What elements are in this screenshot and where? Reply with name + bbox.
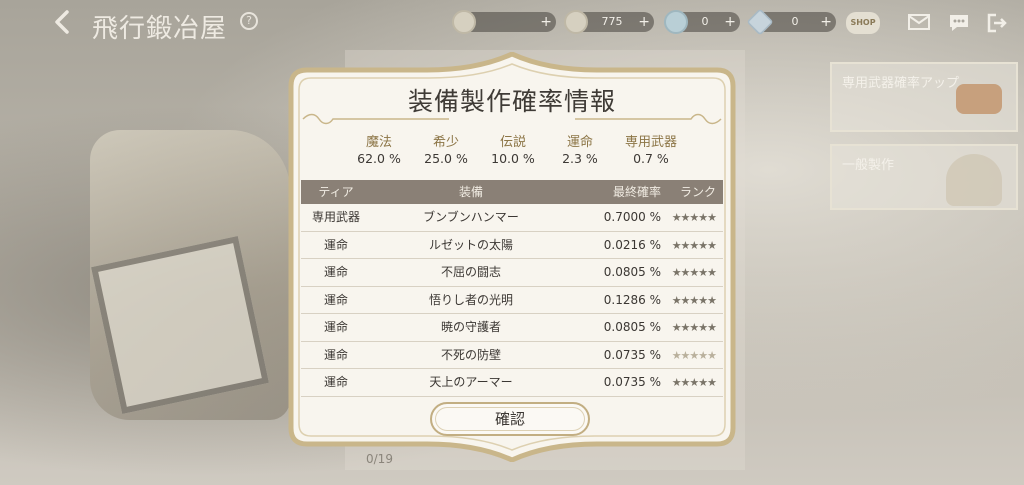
table-row: 運命 天上のアーマー 0.0735 % ★★★★★ (301, 369, 723, 397)
table-row: 専用武器 ブンブンハンマー 0.7000 % ★★★★★ (301, 204, 723, 232)
row-rank-stars: ★★★★★ (671, 293, 717, 307)
row-rank-stars: ★★★★★ (671, 266, 717, 279)
rate-rare: 希少 25.0 % (424, 135, 468, 167)
confirm-button[interactable]: 確認 (430, 402, 590, 436)
rate-label: 伝説 (499, 135, 526, 150)
left-flourish-icon (302, 113, 449, 125)
row-tier: 運命 (323, 237, 348, 252)
row-item: 不死の防壁 (440, 347, 501, 362)
add-diamond-button[interactable]: + (820, 12, 832, 32)
row-probability: 0.0735 % (603, 375, 661, 389)
probability-table: 専用武器 ブンブンハンマー 0.7000 % ★★★★★ 運命 ルゼットの太陽 … (301, 204, 723, 397)
diamond-icon (746, 8, 774, 36)
rate-value: 2.3 % (562, 151, 598, 166)
rate-label: 専用武器 (624, 135, 677, 150)
row-rank-stars: ★★★★★ (671, 376, 717, 389)
right-flourish-icon (575, 113, 722, 125)
row-tier: 運命 (323, 347, 348, 362)
rate-label: 魔法 (365, 135, 392, 150)
add-gem-button[interactable]: + (638, 12, 650, 32)
currency-crystal: 0 + (664, 10, 740, 34)
rate-legendary: 伝説 10.0 % (491, 135, 535, 167)
table-row: 運命 ルゼットの太陽 0.0216 % ★★★★★ (301, 232, 723, 259)
mail-icon (908, 14, 930, 30)
help-button[interactable]: ? (240, 12, 258, 30)
tier-rates: 魔法 62.0 % 希少 25.0 % 伝説 10.0 % 運命 2.3 % 専… (357, 135, 677, 167)
rate-exclusive-weapon: 専用武器 0.7 % (625, 135, 677, 167)
row-rank-stars: ★★★★★ (671, 321, 717, 334)
currency-crystal-value: 0 (701, 15, 709, 28)
screen-title: 飛行鍛冶屋 (92, 14, 228, 44)
table-row: 運命 暁の守護者 0.0805 % ★★★★★ (301, 314, 723, 342)
table-header: ティア 装備 最終確率 ランク (301, 180, 723, 204)
header-item: 装備 (458, 185, 483, 199)
header-probability: 最終確率 (612, 185, 661, 199)
row-item: ブンブンハンマー (423, 210, 519, 224)
blacksmith-portrait (946, 154, 1002, 206)
header-tier: ティア (318, 185, 354, 199)
gem-icon (564, 10, 588, 34)
rate-label: 希少 (432, 135, 459, 150)
row-probability: 0.0216 % (603, 237, 661, 252)
armor-artwork-plate (91, 236, 269, 414)
side-menu-general-craft[interactable]: 一般製作 (830, 144, 1018, 210)
header-rank: ランク (679, 185, 716, 199)
currency-gem-value: 775 (601, 15, 623, 28)
top-bar: 飛行鍛冶屋 ? + 775 + 0 + 0 + SHOP (0, 0, 1024, 52)
table-row: 運命 悟りし者の光明 0.1286 % ★★★★★ (301, 287, 723, 314)
row-probability: 0.7000 % (603, 210, 661, 224)
exit-button[interactable] (986, 13, 1008, 33)
row-tier: 運命 (323, 292, 348, 307)
row-tier: 運命 (323, 375, 348, 389)
table-row: 運命 不死の防壁 0.0735 % ★★★★★ (301, 342, 723, 369)
rate-value: 62.0 % (357, 151, 401, 166)
chat-icon (950, 15, 968, 31)
add-coin-button[interactable]: + (540, 12, 552, 32)
currency-coin: + (452, 10, 556, 34)
rate-magic: 魔法 62.0 % (357, 135, 401, 167)
table-row: 運命 不屈の闘志 0.0805 % ★★★★★ (301, 259, 723, 287)
row-probability: 0.0805 % (603, 320, 661, 334)
crystal-icon (664, 10, 688, 34)
currency-gem: 775 + (564, 10, 654, 34)
rate-value: 25.0 % (424, 151, 468, 166)
row-probability: 0.1286 % (603, 292, 661, 307)
add-crystal-button[interactable]: + (724, 12, 736, 32)
row-rank-stars: ★★★★★ (671, 211, 717, 224)
coin-icon (452, 10, 476, 34)
craft-probability-modal: 装備製作確率情報 魔法 62.0 % 希少 25.0 % 伝説 10.0 % 運… (277, 52, 747, 462)
row-item: ルゼットの太陽 (428, 237, 513, 252)
mail-button[interactable] (908, 13, 930, 33)
row-item: 暁の守護者 (440, 320, 501, 334)
side-menu-weapon-rate-up[interactable]: 専用武器確率アップ (830, 62, 1018, 132)
rate-value: 10.0 % (491, 151, 535, 166)
currency-diamond-value: 0 (791, 15, 799, 28)
row-rank-stars: ★★★★★ (671, 348, 717, 362)
rate-destiny: 運命 2.3 % (558, 135, 602, 167)
side-menu-label: 専用武器確率アップ (842, 76, 960, 91)
rate-value: 0.7 % (633, 151, 669, 166)
side-menu-label: 一般製作 (842, 158, 895, 173)
row-item: 悟りし者の光明 (428, 292, 513, 307)
row-rank-stars: ★★★★★ (671, 238, 717, 252)
exit-icon (987, 13, 1007, 33)
row-tier: 専用武器 (311, 210, 360, 224)
row-tier: 運命 (323, 320, 348, 334)
shop-button[interactable]: SHOP (846, 12, 880, 34)
row-item: 天上のアーマー (429, 375, 513, 389)
row-tier: 運命 (323, 265, 348, 279)
chevron-left-icon (55, 10, 69, 34)
currency-diamond: 0 + (746, 8, 836, 36)
back-button[interactable] (52, 8, 80, 40)
rate-label: 運命 (566, 135, 593, 150)
row-probability: 0.0805 % (603, 265, 661, 279)
row-probability: 0.0735 % (603, 347, 661, 362)
chat-button[interactable] (948, 13, 970, 33)
hammer-icon (956, 84, 1002, 114)
row-item: 不屈の闘志 (440, 265, 501, 279)
